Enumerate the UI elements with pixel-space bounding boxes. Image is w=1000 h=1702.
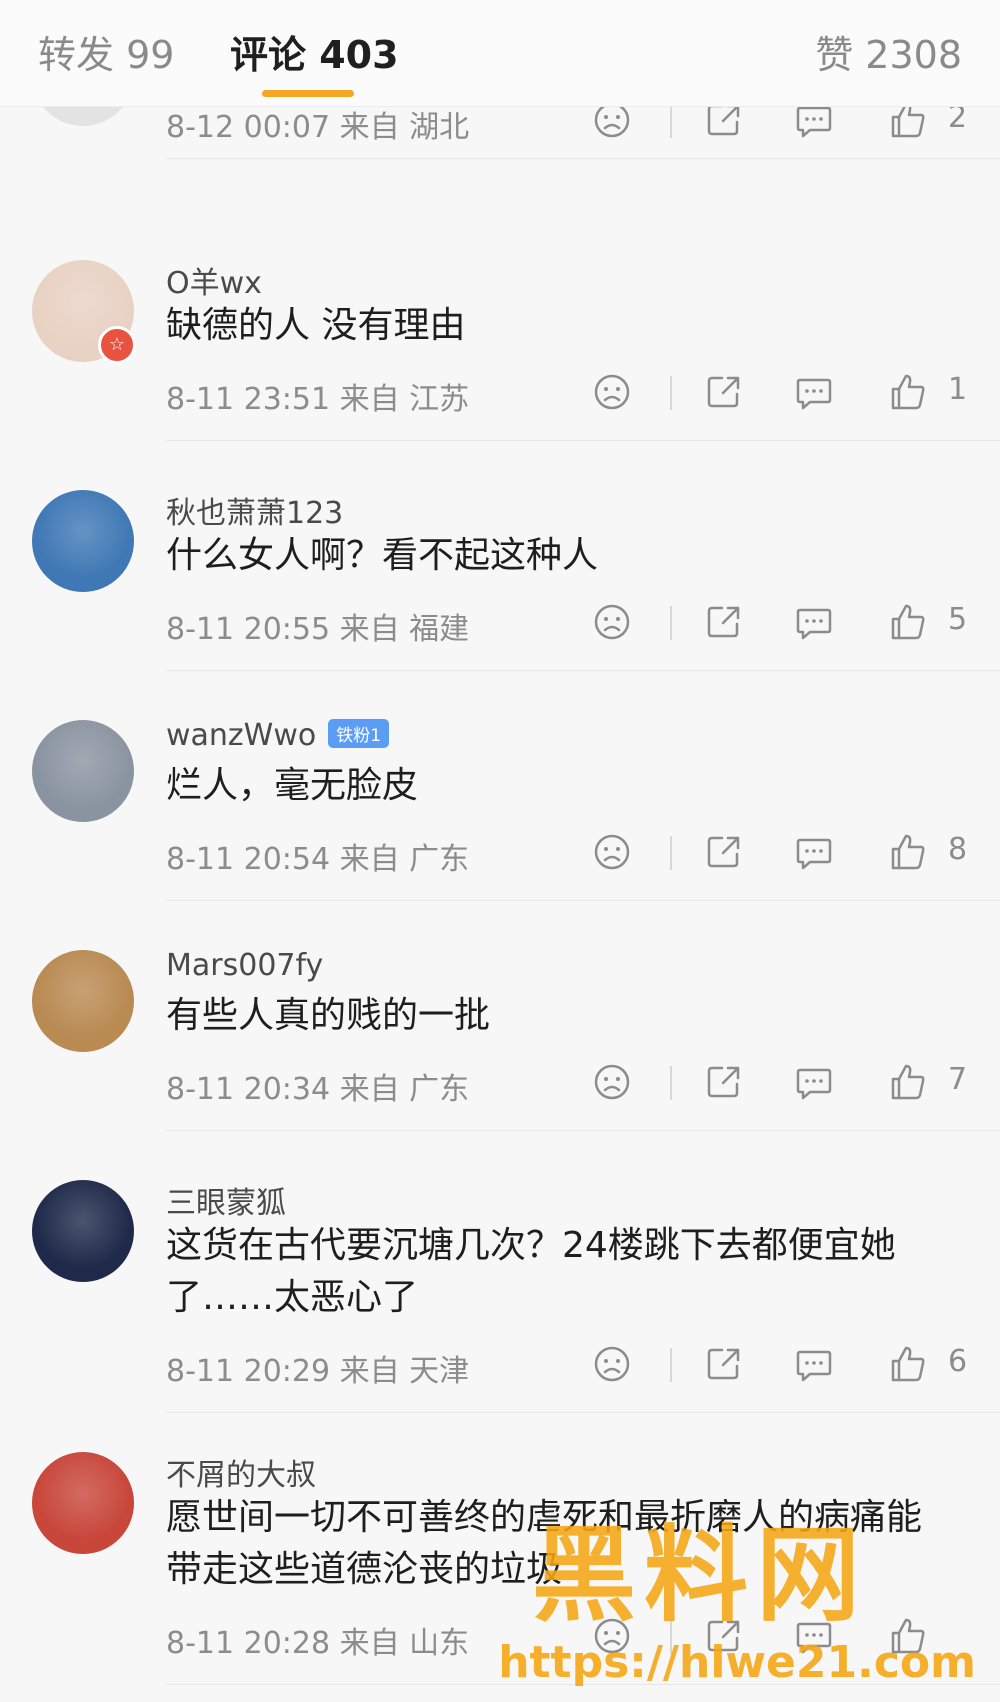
avatar[interactable] (32, 490, 134, 592)
sad-face-icon[interactable] (590, 1614, 634, 1658)
comment-username[interactable]: 秋也萧萧123 (166, 488, 343, 532)
verified-badge-icon: ☆ (98, 326, 136, 364)
thumbs-up-icon[interactable] (886, 830, 930, 874)
comment-divider (166, 1412, 1000, 1413)
comment-bubble-icon[interactable] (792, 1614, 836, 1658)
username-text: Mars007fy (166, 948, 324, 983)
tab-comments[interactable]: 评论 403 (230, 24, 399, 79)
comment-actions: 8 (590, 830, 970, 878)
thumbs-up-icon[interactable] (886, 370, 930, 414)
action-separator (670, 836, 672, 870)
action-separator (670, 606, 672, 640)
comment-divider (166, 670, 1000, 671)
username-text: 三眼蒙狐 (166, 1186, 286, 1221)
comment-divider (166, 900, 1000, 901)
comment-item: wanzWwo 铁粉1 烂人，毫无脸皮 8-11 20:54 来自 广东 8 (0, 690, 1000, 901)
tab-likes[interactable]: 赞 2308 (815, 24, 962, 79)
username-text: O羊wx (166, 266, 262, 301)
like-count: 1 (948, 372, 968, 407)
like-count: 8 (948, 832, 968, 867)
action-separator (670, 1620, 672, 1654)
comment-divider (166, 1684, 1000, 1685)
like-count: 5 (948, 602, 968, 637)
comment-meta: 8-11 20:55 来自 福建 (166, 612, 470, 647)
comment-divider (166, 1130, 1000, 1131)
comment-meta: 8-11 20:54 来自 广东 (166, 842, 470, 877)
comment-item: 秋也萧萧123 什么女人啊？看不起这种人 8-11 20:55 来自 福建 5 (0, 460, 1000, 671)
avatar[interactable] (32, 1452, 134, 1554)
share-icon[interactable] (702, 600, 746, 644)
comment-bubble-icon[interactable] (792, 1060, 836, 1104)
comment-actions: 6 (590, 1342, 970, 1390)
thumbs-up-icon[interactable] (886, 1342, 930, 1386)
comment-text: 缺德的人 没有理由 (166, 305, 466, 346)
username-text: 不屑的大叔 (166, 1458, 316, 1493)
comment-meta: 8-11 23:51 来自 江苏 (166, 382, 470, 417)
fan-level-badge: 铁粉1 (328, 719, 390, 748)
comment-item: ☆ O羊wx 缺德的人 没有理由 8-11 23:51 来自 江苏 1 (0, 230, 1000, 441)
action-separator (670, 104, 672, 138)
comment-divider (166, 440, 1000, 441)
comment-divider (166, 158, 1000, 159)
comment-text: 愿世间一切不可善终的虐死和最折磨人的病痛能带走这些道德沦丧的垃圾 (166, 1497, 923, 1590)
username-text: 秋也萧萧123 (166, 496, 344, 531)
thumbs-up-icon[interactable] (886, 1060, 930, 1104)
share-icon[interactable] (702, 370, 746, 414)
comment-bubble-icon[interactable] (792, 600, 836, 644)
comment-text: 什么女人啊？看不起这种人 (166, 535, 599, 576)
like-count: 7 (948, 1062, 968, 1097)
share-icon[interactable] (702, 1614, 746, 1658)
comment-actions (590, 1614, 970, 1662)
comment-meta: 8-11 20:29 来自 天津 (166, 1354, 470, 1389)
comment-username[interactable]: wanzWwo 铁粉1 (166, 718, 390, 753)
tab-repost[interactable]: 转发 99 (38, 24, 174, 79)
share-icon[interactable] (702, 1060, 746, 1104)
comment-bubble-icon[interactable] (792, 370, 836, 414)
comment-meta: 8-11 20:28 来自 山东 (166, 1626, 470, 1661)
username-text: wanzWwo (166, 718, 317, 753)
comment-text: 烂人，毫无脸皮 (166, 765, 419, 806)
comment-meta: 8-12 00:07 来自 湖北 (166, 110, 470, 145)
sad-face-icon[interactable] (590, 830, 634, 874)
sad-face-icon[interactable] (590, 600, 634, 644)
comment-username[interactable]: 三眼蒙狐 (166, 1178, 286, 1222)
active-tab-indicator (262, 90, 354, 97)
comment-actions: 5 (590, 600, 970, 648)
action-separator (670, 1066, 672, 1100)
comment-item: 不屑的大叔愿世间一切不可善终的虐死和最折磨人的病痛能带走这些道德沦丧的垃圾 8-1… (0, 1422, 1000, 1685)
comment-item: Mars007fy 有些人真的贱的一批 8-11 20:34 来自 广东 7 (0, 920, 1000, 1131)
sad-face-icon[interactable] (590, 370, 634, 414)
comment-text: 有些人真的贱的一批 (166, 995, 491, 1036)
share-icon[interactable] (702, 1342, 746, 1386)
tab-bar: 转发 99 评论 403 赞 2308 (0, 0, 1000, 107)
comment-actions: 7 (590, 1060, 970, 1108)
thumbs-up-icon[interactable] (886, 600, 930, 644)
avatar[interactable] (32, 950, 134, 1052)
avatar[interactable] (32, 1180, 134, 1282)
comment-meta: 8-11 20:34 来自 广东 (166, 1072, 470, 1107)
comment-username[interactable]: Mars007fy (166, 948, 323, 983)
share-icon[interactable] (702, 830, 746, 874)
like-count: 6 (948, 1344, 968, 1379)
action-separator (670, 1348, 672, 1382)
comment-text: 这货在古代要沉塘几次？24楼跳下去都便宜她了……太恶心了 (166, 1225, 896, 1318)
thumbs-up-icon[interactable] (886, 1614, 930, 1658)
comment-bubble-icon[interactable] (792, 1342, 836, 1386)
comment-bubble-icon[interactable] (792, 830, 836, 874)
comment-username[interactable]: O羊wx (166, 258, 262, 302)
avatar[interactable] (32, 720, 134, 822)
comment-item: 三眼蒙狐这货在古代要沉塘几次？24楼跳下去都便宜她了……太恶心了 8-11 20:… (0, 1150, 1000, 1413)
action-separator (670, 376, 672, 410)
comment-actions: 1 (590, 370, 970, 418)
sad-face-icon[interactable] (590, 1342, 634, 1386)
comment-username[interactable]: 不屑的大叔 (166, 1450, 316, 1494)
sad-face-icon[interactable] (590, 1060, 634, 1104)
